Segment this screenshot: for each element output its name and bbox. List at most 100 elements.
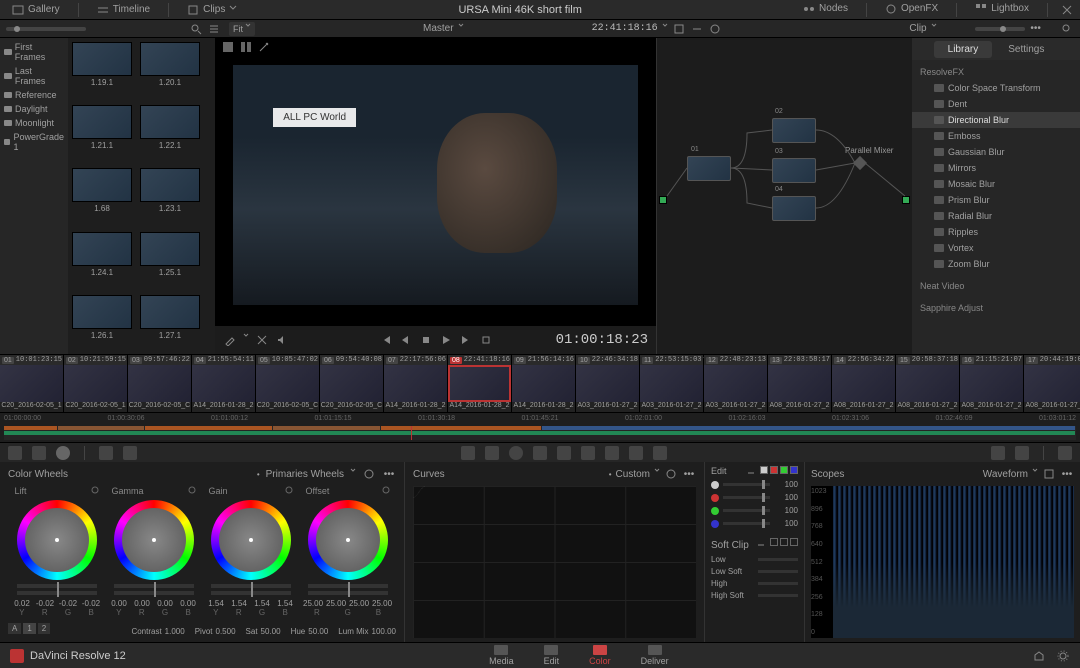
- nodes-toggle[interactable]: Nodes: [797, 3, 854, 15]
- expand-button[interactable]: [1060, 3, 1074, 17]
- qualifier-tool[interactable]: [223, 333, 237, 347]
- reset-icon[interactable]: [91, 486, 99, 494]
- sat-value[interactable]: 50.00: [261, 627, 281, 636]
- album-item[interactable]: PowerGrade 1: [0, 130, 68, 154]
- curves-mode-dropdown[interactable]: Custom: [616, 469, 650, 480]
- sc-r[interactable]: [770, 538, 778, 546]
- gallery-still[interactable]: 1.25.1: [140, 232, 200, 287]
- node-panel[interactable]: 01 02 03 04 Parallel Mixer: [657, 38, 912, 354]
- viewer-timecode[interactable]: 01:00:18:23: [556, 332, 648, 348]
- album-item[interactable]: Last Frames: [0, 64, 68, 88]
- fx-item[interactable]: Dent: [912, 96, 1080, 112]
- node-options[interactable]: •••: [1029, 22, 1043, 36]
- node-graph-input[interactable]: [659, 196, 667, 204]
- mini-timeline[interactable]: 01:00:00:0001:00:30:0601:01:00:1201:01:1…: [0, 412, 1080, 442]
- fx-item[interactable]: Radial Blur: [912, 208, 1080, 224]
- gallery-still[interactable]: 1.68: [72, 168, 132, 223]
- parallel-mixer-node[interactable]: [853, 156, 867, 170]
- audio-tool[interactable]: [275, 333, 289, 347]
- clip-thumbnail[interactable]: 0609:54:40:08V1C20_2016-02-05_C: [320, 355, 384, 412]
- node-02[interactable]: [772, 118, 816, 143]
- wheels-mode-dropdown[interactable]: Primaries Wheels: [266, 469, 344, 480]
- lowsoft-slider[interactable]: [758, 570, 798, 573]
- y-wheel-slider[interactable]: [114, 591, 194, 595]
- wheel-control[interactable]: [211, 500, 291, 580]
- fx-item[interactable]: Directional Blur: [912, 112, 1080, 128]
- timeline-toggle[interactable]: Timeline: [91, 0, 156, 19]
- fx-item[interactable]: Vortex: [912, 240, 1080, 256]
- blue-slider[interactable]: [723, 522, 770, 525]
- nav-page-deliver[interactable]: Deliver: [641, 645, 669, 666]
- page-2[interactable]: 2: [38, 623, 50, 634]
- clip-thumbnail[interactable]: 1520:58:37:18V1A08_2016-01-27_2: [896, 355, 960, 412]
- y-wheel-slider[interactable]: [308, 591, 388, 595]
- bars-palette[interactable]: [99, 446, 113, 460]
- scope-type-dropdown[interactable]: Waveform: [983, 469, 1028, 480]
- reset-icon[interactable]: [285, 486, 293, 494]
- red-slider[interactable]: [723, 496, 770, 499]
- master-wheel-slider[interactable]: [308, 584, 388, 588]
- gallery-still[interactable]: 1.26.1: [72, 295, 132, 350]
- viewer-option-2[interactable]: [690, 22, 704, 36]
- fx-item[interactable]: Mirrors: [912, 160, 1080, 176]
- sizing-palette[interactable]: [605, 446, 619, 460]
- prev-frame-button[interactable]: [399, 333, 413, 347]
- data-burn-palette[interactable]: [653, 446, 667, 460]
- stereo-palette[interactable]: [629, 446, 643, 460]
- clip-thumbnail[interactable]: 0510:05:47:02V1C20_2016-02-05_C: [256, 355, 320, 412]
- lummix-value[interactable]: 100.00: [372, 627, 396, 636]
- clip-thumbnail[interactable]: 0421:55:54:11V1A14_2016-01-28_2: [192, 355, 256, 412]
- lightbox-toggle[interactable]: Lightbox: [969, 3, 1035, 15]
- contrast-value[interactable]: 1.000: [165, 627, 185, 636]
- info-palette[interactable]: [1058, 446, 1072, 460]
- master-wheel-slider[interactable]: [211, 584, 291, 588]
- clip-thumbnail[interactable]: 1621:15:21:07V1A08_2016-01-27_2: [960, 355, 1024, 412]
- clip-thumbnail[interactable]: 0722:17:56:06V1A14_2016-01-28_2: [384, 355, 448, 412]
- fx-tab-settings[interactable]: Settings: [994, 41, 1058, 58]
- hue-value[interactable]: 50.00: [308, 627, 328, 636]
- gallery-still[interactable]: 1.27.1: [140, 295, 200, 350]
- openfx-toggle[interactable]: OpenFX: [879, 3, 944, 15]
- wheel-control[interactable]: [308, 500, 388, 580]
- fx-item[interactable]: Mosaic Blur: [912, 176, 1080, 192]
- wheel-control[interactable]: [114, 500, 194, 580]
- fx-item[interactable]: Color Space Transform: [912, 80, 1080, 96]
- sc-link[interactable]: [754, 538, 768, 552]
- fx-item[interactable]: Zoom Blur: [912, 256, 1080, 272]
- high-slider[interactable]: [758, 582, 798, 585]
- y-wheel-slider[interactable]: [211, 591, 291, 595]
- wheels-options[interactable]: •••: [382, 467, 396, 481]
- channel-y-toggle[interactable]: [760, 466, 768, 474]
- chevron-down-icon[interactable]: [243, 333, 249, 345]
- green-slider[interactable]: [723, 509, 770, 512]
- node-zoom-slider[interactable]: [975, 27, 1025, 31]
- viewer-option-3[interactable]: [708, 22, 722, 36]
- home-button[interactable]: [1032, 649, 1046, 663]
- clip-thumbnail[interactable]: 0822:41:18:16V1A14_2016-01-28_2: [448, 355, 512, 412]
- pivot-value[interactable]: 0.500: [216, 627, 236, 636]
- gallery-zoom-slider[interactable]: [6, 27, 86, 31]
- list-view-button[interactable]: [207, 22, 221, 36]
- reset-icon[interactable]: [382, 486, 390, 494]
- master-wheel-slider[interactable]: [17, 584, 97, 588]
- low-slider[interactable]: [758, 558, 798, 561]
- loop-button[interactable]: [479, 333, 493, 347]
- y-wheel-slider[interactable]: [17, 591, 97, 595]
- playhead[interactable]: [411, 426, 412, 440]
- key-palette[interactable]: [581, 446, 595, 460]
- scope-layout[interactable]: [1042, 467, 1056, 481]
- album-item[interactable]: Moonlight: [0, 116, 68, 130]
- channel-b-toggle[interactable]: [790, 466, 798, 474]
- scope-options[interactable]: •••: [1060, 467, 1074, 481]
- clip-thumbnail[interactable]: 0309:57:46:22V1C20_2016-02-05_C: [128, 355, 192, 412]
- master-wheel-slider[interactable]: [114, 584, 194, 588]
- sc-b[interactable]: [790, 538, 798, 546]
- nav-page-color[interactable]: Color: [589, 645, 611, 666]
- gallery-still[interactable]: 1.23.1: [140, 168, 200, 223]
- fx-item[interactable]: Gaussian Blur: [912, 144, 1080, 160]
- log-palette[interactable]: [123, 446, 137, 460]
- page-a[interactable]: A: [8, 623, 21, 634]
- wheel-control[interactable]: [17, 500, 97, 580]
- nav-page-media[interactable]: Media: [489, 645, 514, 666]
- sc-g[interactable]: [780, 538, 788, 546]
